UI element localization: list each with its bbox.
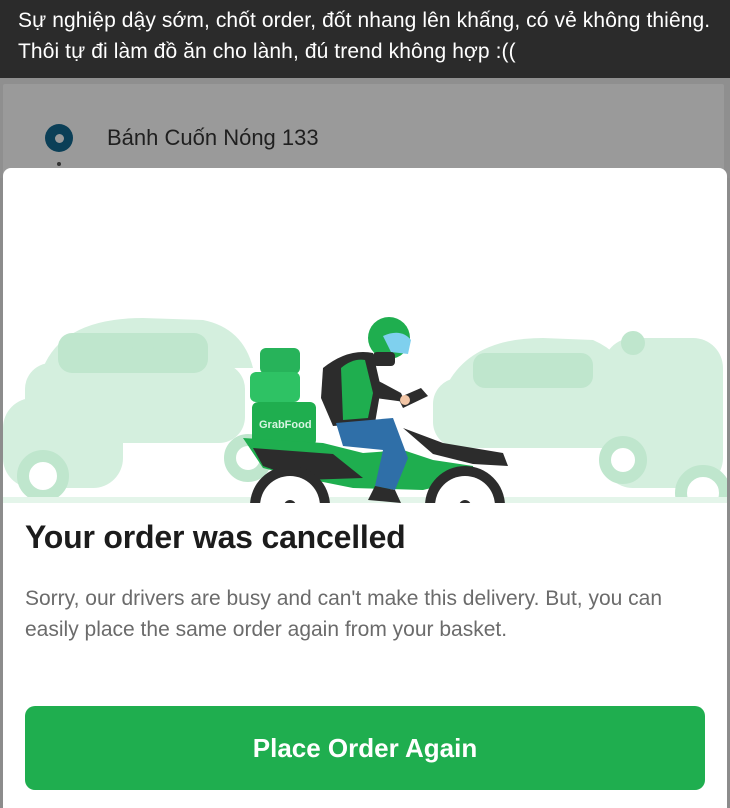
delivery-rider-illustration: GrabFood [3,317,727,503]
order-tracking-panel: Bánh Cuốn Nóng 133 [0,78,730,204]
location-pin-icon [45,124,73,152]
dialog-message: Sorry, our drivers are busy and can't ma… [25,587,663,641]
dialog-title: Your order was cancelled [25,519,406,555]
restaurant-name: Bánh Cuốn Nóng 133 [107,125,319,150]
grabfood-box-label: GrabFood [259,419,312,431]
post-caption: Sự nghiệp dậy sớm, chốt order, đốt nhang… [0,0,730,78]
restaurant-row: Bánh Cuốn Nóng 133 [45,124,319,152]
place-order-again-button[interactable]: Place Order Again [25,706,705,790]
route-dot [57,162,61,166]
app-screen: Bánh Cuốn Nóng 133 GrabFood Your order w… [0,78,730,808]
cancel-dialog-sheet: GrabFood Your order was cancelled Sorry,… [3,168,727,808]
